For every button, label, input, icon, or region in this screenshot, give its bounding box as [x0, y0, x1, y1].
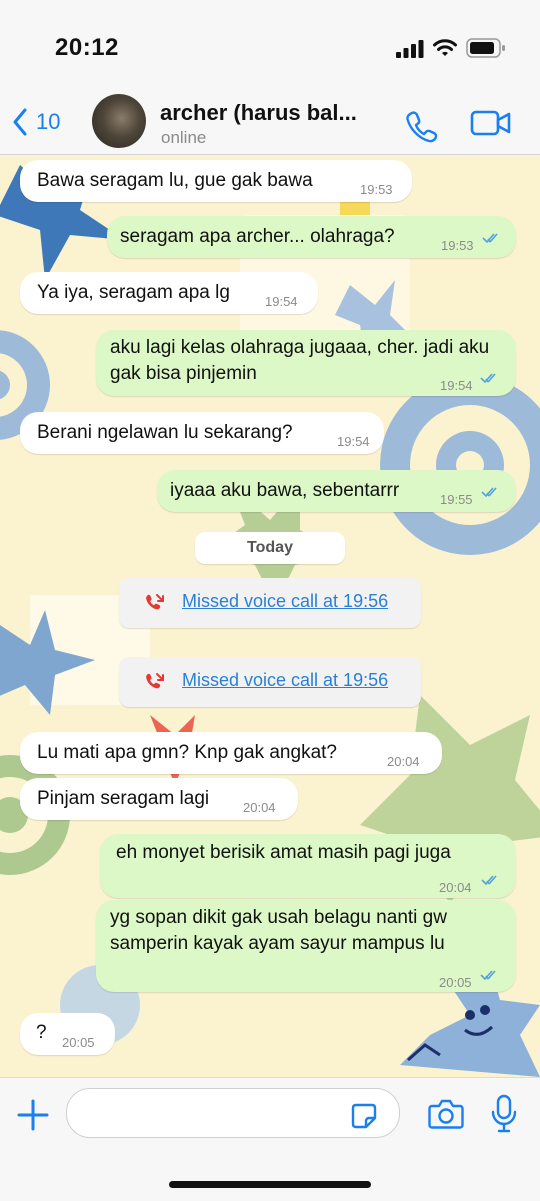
message-text: Bawa seragam lu, gue gak bawa [37, 170, 313, 191]
message-time: 20:04 [387, 754, 420, 769]
back-button[interactable]: 10 [12, 106, 60, 138]
message-text: Ya iya, seragam apa lg [37, 282, 230, 303]
message-incoming[interactable]: Bawa seragam lu, gue gak bawa 19:53 [20, 160, 412, 202]
status-bar: 20:12 [0, 0, 540, 90]
message-time: 19:53 [360, 182, 393, 197]
microphone-icon[interactable] [490, 1094, 518, 1134]
contact-status: online [161, 128, 207, 147]
message-time: 19:55 [440, 492, 473, 507]
double-check-icon [481, 487, 497, 498]
chevron-left-icon [13, 108, 27, 136]
date-separator: Today [195, 532, 345, 564]
contact-name[interactable]: archer (harus bal... [160, 100, 357, 126]
message-outgoing[interactable]: eh monyet berisik amat masih pagi juga 2… [100, 834, 516, 898]
message-outgoing[interactable]: seragam apa archer... olahraga? 19:53 [107, 216, 516, 258]
message-text: iyaaa aku bawa, sebentarrr [170, 480, 400, 501]
message-time: 20:05 [62, 1035, 95, 1050]
video-camera-icon[interactable] [470, 108, 512, 138]
missed-call-icon [146, 594, 164, 610]
avatar[interactable] [92, 94, 146, 148]
chat-header: 10 archer (harus bal... online [0, 90, 540, 155]
message-time: 20:04 [439, 880, 472, 895]
message-text: Lu mati apa gmn? Knp gak angkat? [37, 742, 337, 763]
plus-icon[interactable] [16, 1098, 50, 1132]
missed-call-label[interactable]: Missed voice call at 19:56 [182, 670, 388, 691]
battery-icon [466, 38, 505, 58]
double-check-icon [480, 373, 496, 384]
missed-call-icon [146, 673, 164, 689]
signal-icon [396, 40, 424, 58]
message-time: 19:54 [265, 294, 298, 309]
message-time: 19:54 [337, 434, 370, 449]
message-outgoing[interactable]: yg sopan dikit gak usah belagu nanti gw … [96, 900, 516, 992]
message-text: yg sopan dikit gak usah belagu nanti gw … [110, 907, 447, 954]
unread-count: 10 [36, 109, 61, 134]
message-text: ? [36, 1022, 47, 1043]
double-check-icon [482, 233, 498, 244]
wifi-icon [433, 39, 457, 56]
message-incoming[interactable]: Berani ngelawan lu sekarang? 19:54 [20, 412, 384, 454]
message-text: Pinjam seragam lagi [37, 788, 210, 809]
status-time: 20:12 [55, 34, 119, 61]
missed-call-notice[interactable]: Missed voice call at 19:56 [119, 657, 421, 707]
message-time: 19:53 [441, 238, 474, 253]
message-text: Berani ngelawan lu sekarang? [37, 422, 293, 443]
message-incoming[interactable]: ? 20:05 [20, 1013, 115, 1055]
double-check-icon [480, 970, 496, 981]
sticker-icon[interactable] [350, 1102, 378, 1130]
phone-icon[interactable] [404, 108, 440, 144]
message-time: 20:05 [439, 975, 472, 990]
chat-area[interactable]: Bawa seragam lu, gue gak bawa 19:53 sera… [0, 155, 540, 1077]
camera-icon[interactable] [428, 1098, 464, 1130]
message-outgoing[interactable]: aku lagi kelas olahraga jugaaa, cher. ja… [96, 330, 516, 396]
message-incoming[interactable]: Ya iya, seragam apa lg 19:54 [20, 272, 318, 314]
double-check-icon [481, 875, 497, 886]
home-indicator[interactable] [169, 1181, 371, 1188]
message-outgoing[interactable]: iyaaa aku bawa, sebentarrr 19:55 [157, 470, 516, 512]
message-time: 19:54 [440, 378, 473, 393]
message-incoming[interactable]: Lu mati apa gmn? Knp gak angkat? 20:04 [20, 732, 442, 774]
message-text: seragam apa archer... olahraga? [120, 226, 395, 247]
message-time: 20:04 [243, 800, 276, 815]
message-incoming[interactable]: Pinjam seragam lagi 20:04 [20, 778, 298, 820]
message-text: eh monyet berisik amat masih pagi juga [116, 842, 451, 863]
missed-call-notice[interactable]: Missed voice call at 19:56 [119, 578, 421, 628]
missed-call-label[interactable]: Missed voice call at 19:56 [182, 591, 388, 612]
